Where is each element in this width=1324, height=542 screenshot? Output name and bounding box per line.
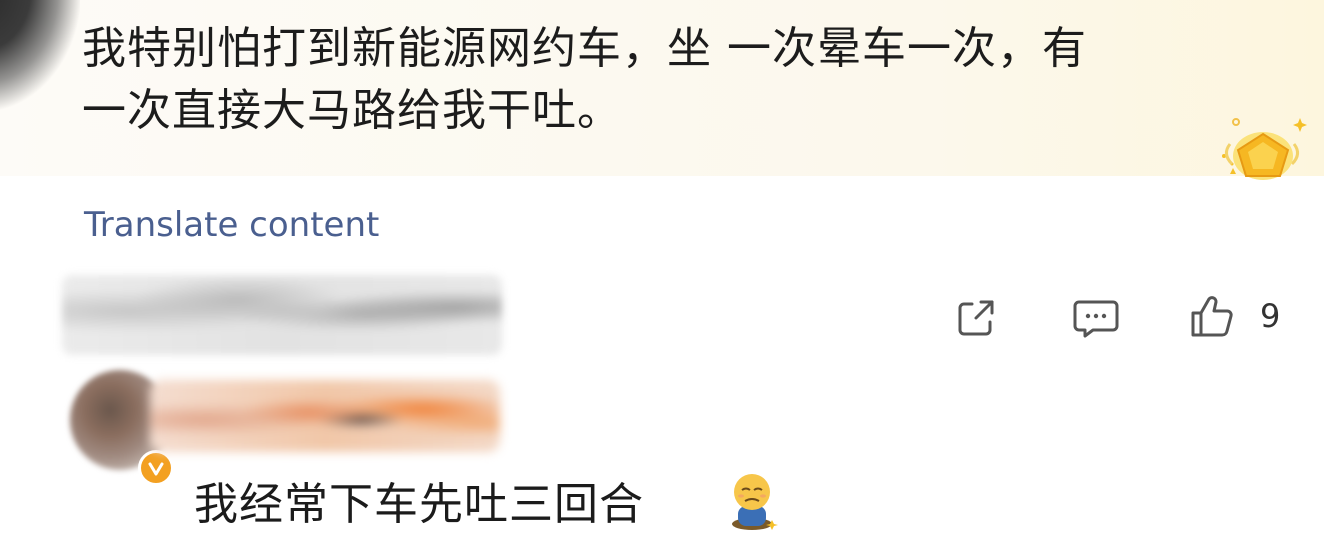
comment-icon: [1073, 300, 1119, 338]
translate-content-link[interactable]: Translate content: [84, 205, 379, 245]
like-button[interactable]: [1184, 290, 1240, 342]
like-count: 9: [1260, 297, 1281, 335]
gold-badge-icon: [1222, 118, 1307, 180]
face-with-vomiting-emoji-icon: [732, 474, 778, 530]
share-icon: [958, 300, 994, 336]
comment-text-line-2: 一次直接大马路给我干吐。: [82, 85, 622, 136]
thumbs-up-icon: [1191, 296, 1233, 337]
blurred-username: [62, 275, 502, 355]
verified-badge-icon: [138, 450, 174, 486]
blurred-username: [150, 380, 500, 452]
reply-text: 我经常下车先吐三回合: [194, 479, 644, 530]
share-button[interactable]: [948, 292, 1004, 344]
comment-bubble: 我特别怕打到新能源网约车，坐 一次晕车一次，有 一次直接大马路给我干吐。: [0, 0, 1324, 180]
comment-text: 我特别怕打到新能源网约车，坐 一次晕车一次，有 一次直接大马路给我干吐。: [82, 18, 1242, 142]
comment-text-line-1: 我特别怕打到新能源网约车，坐 一次晕车一次，有: [82, 23, 1087, 74]
bubble-corner-shadow: [0, 0, 80, 110]
comment-button[interactable]: [1068, 292, 1124, 344]
